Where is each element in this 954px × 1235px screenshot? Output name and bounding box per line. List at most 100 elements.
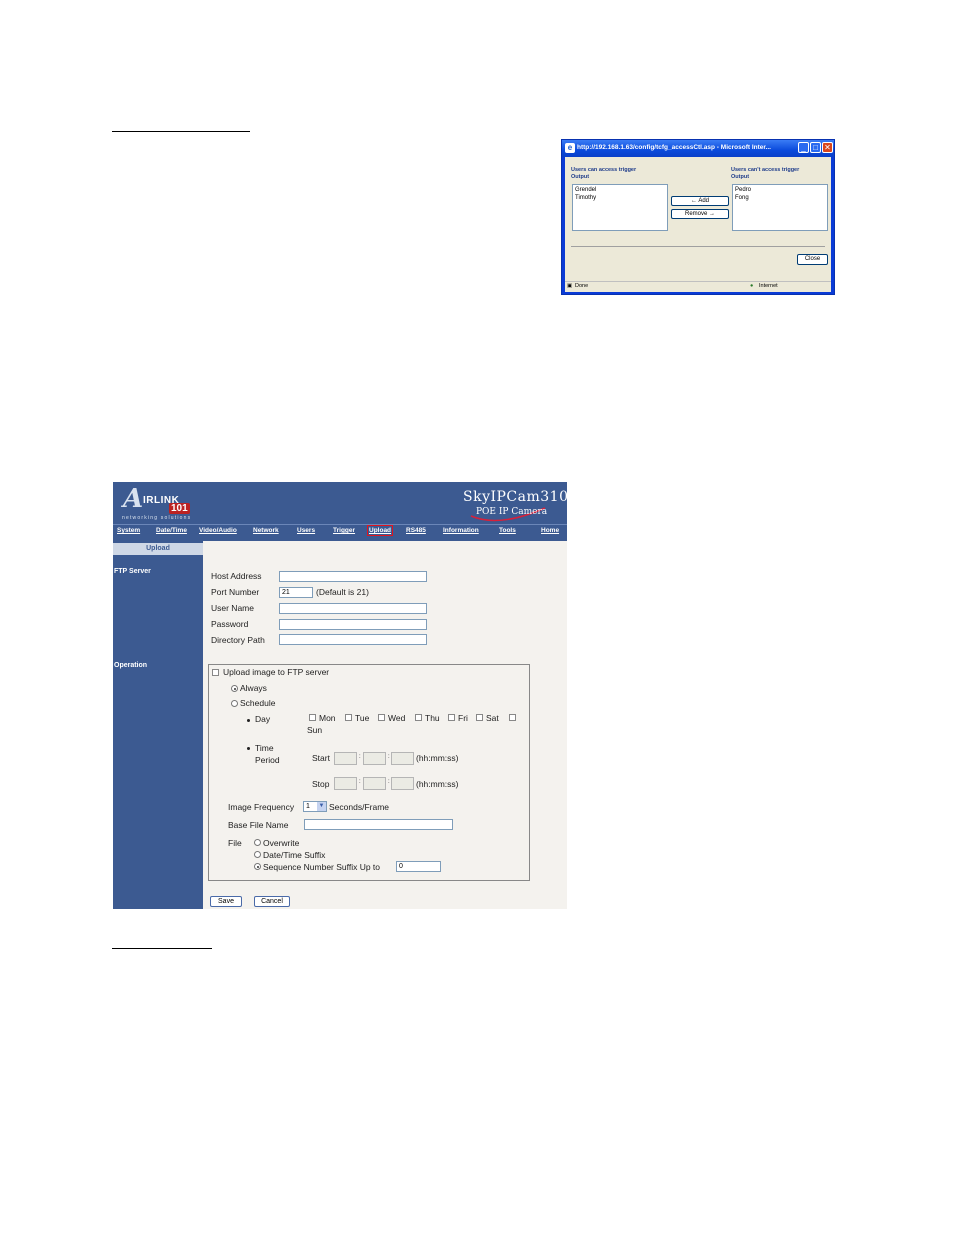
save-button[interactable]: Save: [210, 896, 242, 907]
schedule-label: Schedule: [240, 698, 276, 708]
directory-path-input[interactable]: [279, 634, 427, 645]
sun-checkbox[interactable]: [509, 714, 516, 721]
popup-titlebar: e http://192.168.1.63/config/tcfg_access…: [562, 140, 834, 157]
datetime-suffix-radio[interactable]: [254, 851, 261, 858]
time-sep: :: [388, 754, 390, 760]
sequence-suffix-radio[interactable]: [254, 863, 261, 870]
user-name-input[interactable]: [279, 603, 427, 614]
upload-enable-label: Upload image to FTP server: [223, 667, 330, 677]
list-item[interactable]: Pedro: [735, 186, 825, 194]
datetime-suffix-label: Date/Time Suffix: [263, 850, 326, 860]
stop-hour-input[interactable]: [334, 777, 357, 790]
directory-path-label: Directory Path: [211, 635, 265, 645]
close-icon[interactable]: ✕: [822, 142, 833, 153]
image-frequency-select[interactable]: 1 ▼: [303, 801, 327, 812]
section-operation: Operation: [114, 662, 148, 669]
nav-datetime[interactable]: Date/Time: [156, 527, 187, 534]
maximize-icon[interactable]: □: [810, 142, 821, 153]
nav-trigger[interactable]: Trigger: [333, 527, 355, 534]
sat-checkbox[interactable]: [476, 714, 483, 721]
file-label: File: [228, 838, 242, 848]
day-label: Day: [255, 714, 271, 724]
popup-title: http://192.168.1.63/config/tcfg_accessCt…: [577, 144, 771, 151]
start-second-input[interactable]: [391, 752, 414, 765]
popup-divider: [571, 246, 825, 247]
sidebar-header: Upload: [113, 543, 203, 555]
wed-checkbox[interactable]: [378, 714, 385, 721]
zone-text: Internet: [759, 283, 778, 289]
nav-upload[interactable]: Upload: [366, 525, 394, 536]
overwrite-label: Overwrite: [263, 838, 300, 848]
left-heading-2: Output: [571, 174, 590, 180]
time-sep: :: [359, 754, 361, 760]
sat-label: Sat: [486, 713, 499, 723]
globe-icon: ●: [750, 283, 754, 289]
image-frequency-value: 1: [306, 803, 310, 810]
ie-icon: e: [565, 143, 575, 153]
start-hour-input[interactable]: [334, 752, 357, 765]
right-heading-2: Output: [731, 174, 750, 180]
base-file-name-label: Base File Name: [228, 820, 289, 830]
brand-logo: A: [123, 484, 144, 514]
list-item[interactable]: Grendel: [575, 186, 665, 194]
operation-group: [208, 664, 530, 881]
nav-network[interactable]: Network: [253, 527, 279, 534]
nav-users[interactable]: Users: [297, 527, 315, 534]
minimize-icon[interactable]: _: [798, 142, 809, 153]
camera-config-screen: A IRLINK 101 networking solutions SkyIPC…: [113, 482, 567, 909]
image-frequency-label: Image Frequency: [228, 802, 295, 812]
upload-enable-checkbox[interactable]: [212, 669, 219, 676]
fri-label: Fri: [458, 713, 468, 723]
allowed-users-list[interactable]: Grendel Timothy: [572, 184, 668, 231]
list-item[interactable]: Fong: [735, 194, 825, 202]
password-input[interactable]: [279, 619, 427, 630]
denied-users-list[interactable]: Pedro Fong: [732, 184, 828, 231]
always-radio[interactable]: [231, 685, 238, 692]
tue-label: Tue: [355, 713, 370, 723]
always-label: Always: [240, 683, 267, 693]
bullet-icon: [247, 719, 250, 722]
heading-underline-bottom: [112, 948, 212, 949]
schedule-radio[interactable]: [231, 700, 238, 707]
start-minute-input[interactable]: [363, 752, 386, 765]
tue-checkbox[interactable]: [345, 714, 352, 721]
sequence-suffix-input[interactable]: 0: [396, 861, 441, 872]
section-ftp-server: FTP Server: [114, 568, 151, 575]
right-heading-1: Users can't access trigger: [731, 167, 800, 173]
port-number-input[interactable]: 21: [279, 587, 313, 598]
time-label: Time: [255, 743, 274, 753]
heading-underline-top: [112, 131, 250, 132]
add-button[interactable]: ← Add: [671, 196, 729, 206]
overwrite-radio[interactable]: [254, 839, 261, 846]
stop-minute-input[interactable]: [363, 777, 386, 790]
password-label: Password: [211, 619, 249, 629]
close-button[interactable]: Close: [797, 254, 828, 265]
port-number-label: Port Number: [211, 587, 260, 597]
start-format-hint: (hh:mm:ss): [416, 753, 459, 763]
page-icon: ▣: [567, 283, 573, 289]
stop-second-input[interactable]: [391, 777, 414, 790]
host-address-label: Host Address: [211, 571, 262, 581]
user-name-label: User Name: [211, 603, 254, 613]
chevron-down-icon: ▼: [317, 802, 326, 811]
brand-tagline: networking solutions: [122, 515, 192, 521]
thu-checkbox[interactable]: [415, 714, 422, 721]
bullet-icon: [247, 747, 250, 750]
cancel-button[interactable]: Cancel: [254, 896, 290, 907]
host-address-input[interactable]: [279, 571, 427, 582]
nav-information[interactable]: Information: [443, 527, 479, 534]
status-text: Done: [575, 283, 589, 289]
base-file-name-input[interactable]: [304, 819, 453, 830]
nav-rs485[interactable]: RS485: [406, 527, 426, 534]
nav-videoaudio[interactable]: Video/Audio: [199, 527, 237, 534]
remove-button[interactable]: Remove →: [671, 209, 729, 219]
nav-system[interactable]: System: [117, 527, 140, 534]
stop-label: Stop: [312, 779, 330, 789]
nav-home[interactable]: Home: [541, 527, 559, 534]
time-sep: :: [388, 779, 390, 785]
mon-checkbox[interactable]: [309, 714, 316, 721]
sun-label: Sun: [307, 725, 323, 735]
fri-checkbox[interactable]: [448, 714, 455, 721]
list-item[interactable]: Timothy: [575, 194, 665, 202]
nav-tools[interactable]: Tools: [499, 527, 516, 534]
